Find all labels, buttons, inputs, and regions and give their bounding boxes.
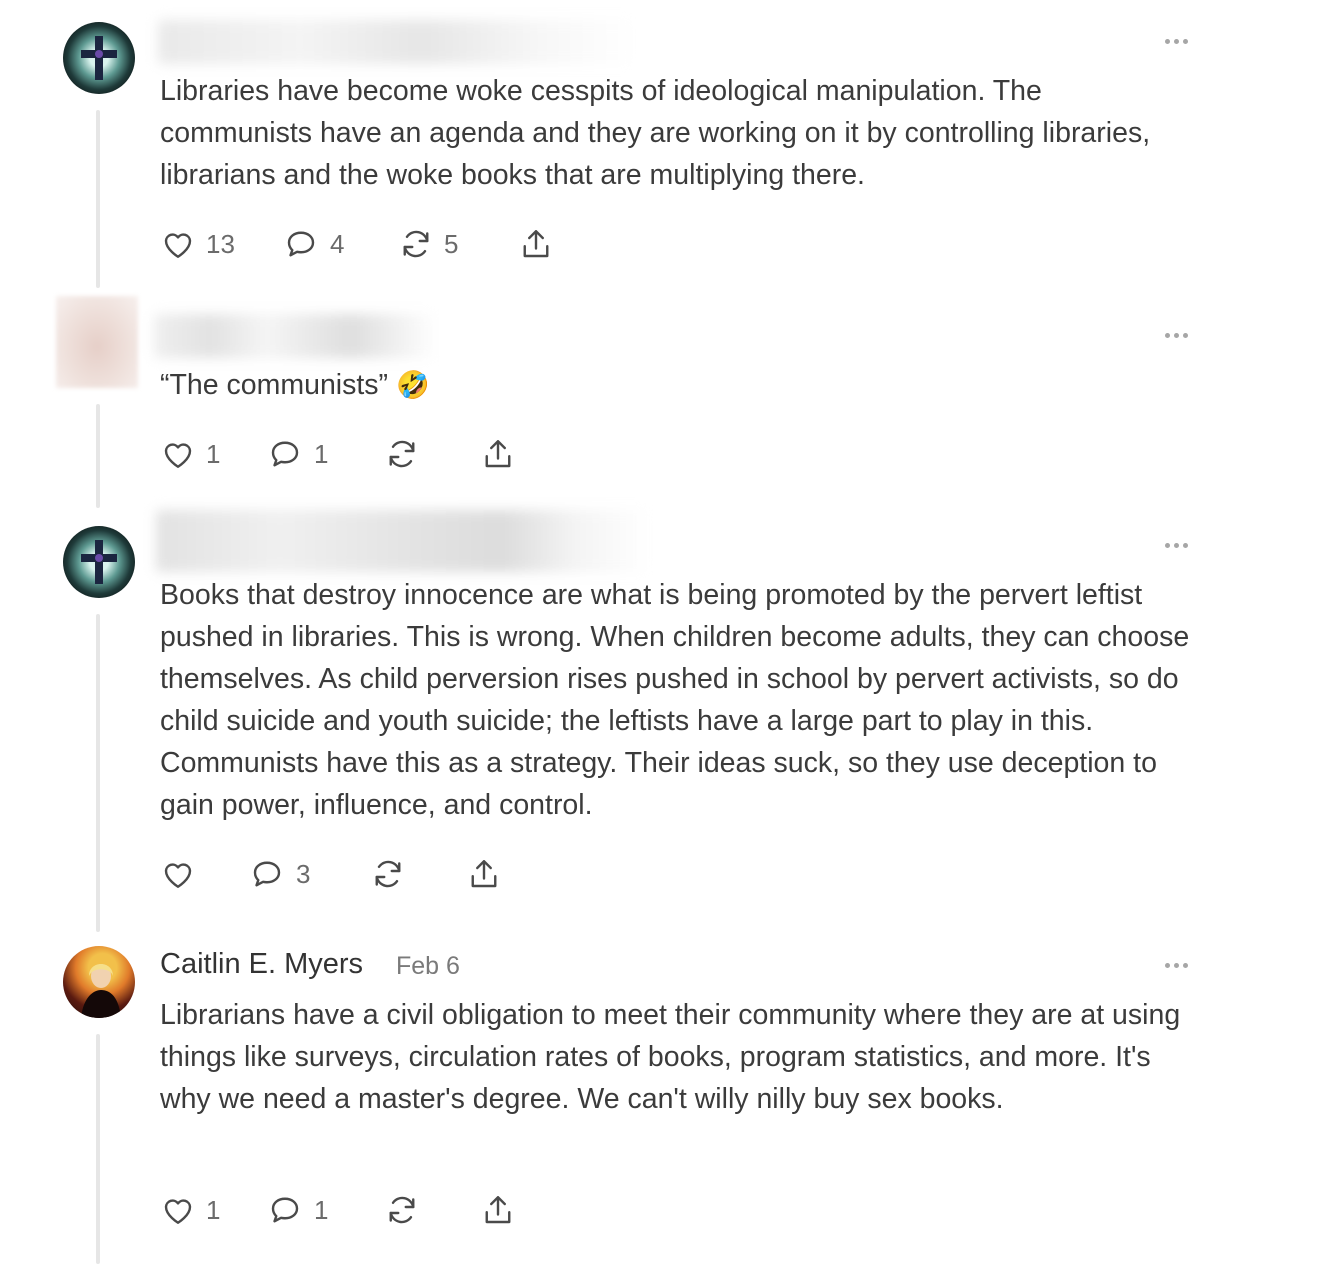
comment-bubble-icon [271,1197,299,1223]
restack-button[interactable] [384,434,420,474]
share-icon [485,1196,511,1224]
comment-text-content: “The communists” [160,369,396,401]
thread-line [96,110,100,288]
heart-icon [164,1199,192,1224]
comment-date: Feb 6 [396,952,460,980]
comment-bubble-icon [287,231,315,257]
author-name-redacted [154,314,436,358]
avatar[interactable] [63,22,135,94]
reply-count: 1 [314,1194,329,1225]
comment-text: Libraries have become woke cesspits of i… [160,75,1159,191]
share-icon [485,440,511,468]
restack-icon [389,440,415,468]
like-button[interactable]: 13 [160,224,235,264]
reply-count: 3 [296,858,311,889]
share-button[interactable] [466,854,502,894]
comment-text: Books that destroy innocence are what is… [160,579,1198,821]
like-count: 1 [206,1194,221,1225]
author-name[interactable]: Caitlin E. Myers [160,948,363,981]
heart-icon [164,443,192,468]
avatar[interactable] [63,946,135,1018]
comment-text: Librarians have a civil obligation to me… [160,999,1189,1115]
reply-button[interactable]: 3 [248,854,310,894]
like-count: 13 [206,228,235,259]
comment-bubble-icon [271,441,299,467]
restack-button[interactable] [384,1190,420,1230]
restack-icon [389,1196,415,1224]
reply-count: 1 [314,438,329,469]
share-button[interactable] [480,1190,516,1230]
reply-button[interactable]: 1 [266,434,328,474]
share-icon [523,230,549,258]
heart-icon [164,863,192,888]
comment-bubble-icon [253,861,281,887]
thread-line [96,404,100,508]
avatar[interactable] [63,526,135,598]
heart-icon [164,233,192,258]
reply-button[interactable]: 4 [282,224,344,264]
more-options-icon[interactable] [1165,539,1193,551]
share-icon [471,860,497,888]
restack-button[interactable] [370,854,406,894]
restack-count: 5 [444,228,459,259]
restack-icon [375,860,401,888]
like-button[interactable]: 1 [160,1190,220,1230]
restack-icon [403,230,429,258]
rofl-emoji: 🤣 [395,370,430,400]
more-options-icon[interactable] [1165,35,1193,47]
more-options-icon[interactable] [1165,329,1193,341]
like-button[interactable] [160,854,206,894]
more-options-icon[interactable] [1165,959,1193,971]
reply-button[interactable]: 1 [266,1190,328,1230]
thread-line [96,1034,100,1264]
like-count: 1 [206,438,221,469]
restack-button[interactable]: 5 [398,224,458,264]
comment-text: “The communists” 🤣 [160,364,1200,406]
share-button[interactable] [480,434,516,474]
author-name-redacted [156,510,650,572]
like-button[interactable]: 1 [160,434,220,474]
reply-count: 4 [330,228,345,259]
avatar[interactable] [56,296,138,388]
thread-line [96,614,100,932]
author-name-redacted [158,20,636,64]
share-button[interactable] [518,224,554,264]
